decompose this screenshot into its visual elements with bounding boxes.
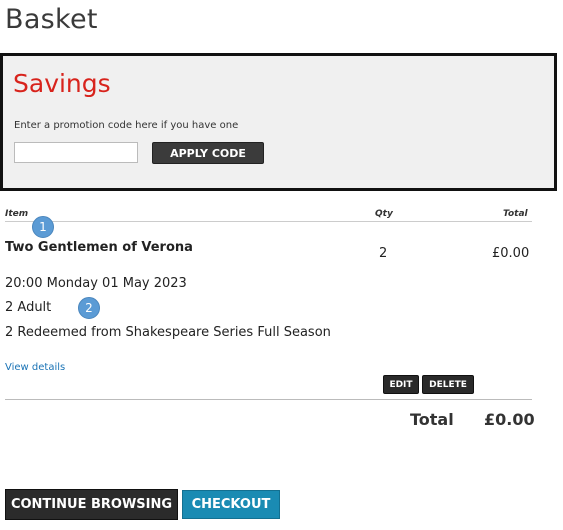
edit-button[interactable]: EDIT [383, 375, 419, 394]
view-details-link[interactable]: View details [5, 362, 65, 373]
item-name: Two Gentlemen of Verona [5, 240, 193, 255]
header-divider [5, 221, 532, 222]
promo-code-input[interactable] [14, 142, 138, 163]
savings-heading: Savings [13, 69, 111, 98]
delete-button[interactable]: DELETE [422, 375, 474, 394]
column-header-item: Item [5, 209, 29, 219]
page-title: Basket [5, 4, 98, 35]
annotation-marker-2: 2 [78, 297, 100, 319]
item-tickets: 2 Adult [5, 300, 52, 315]
total-value: £0.00 [484, 410, 535, 429]
item-redeemed: 2 Redeemed from Shakespeare Series Full … [5, 325, 331, 340]
promo-code-label: Enter a promotion code here if you have … [14, 120, 239, 131]
column-header-qty: Qty [375, 209, 393, 219]
column-header-total: Total [503, 209, 528, 219]
item-datetime: 20:00 Monday 01 May 2023 [5, 276, 187, 291]
item-divider [5, 399, 532, 400]
item-quantity: 2 [379, 246, 388, 261]
annotation-marker-1: 1 [32, 216, 54, 238]
item-total: £0.00 [492, 246, 530, 261]
apply-code-button[interactable]: APPLY CODE [152, 142, 264, 164]
continue-browsing-button[interactable]: CONTINUE BROWSING [5, 489, 178, 520]
checkout-button[interactable]: CHECKOUT [182, 490, 280, 519]
total-label: Total [410, 410, 454, 429]
